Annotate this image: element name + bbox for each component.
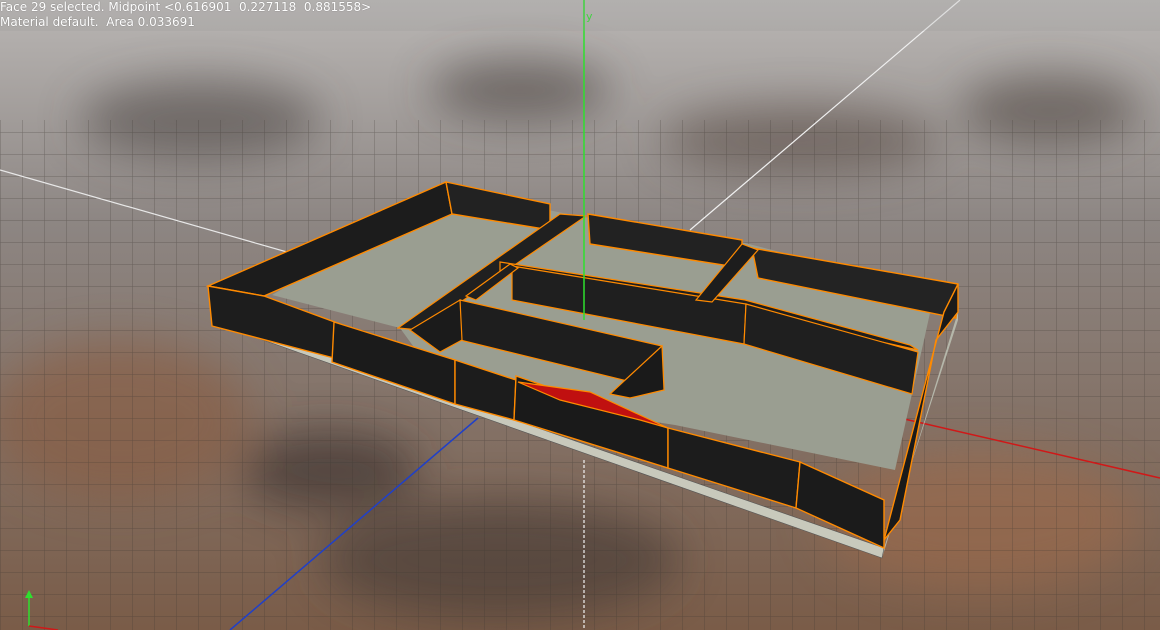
scene-canvas[interactable]: y xyxy=(0,0,1160,630)
status-overlay: Face 29 selected. Midpoint <0.616901 0.2… xyxy=(0,0,1160,31)
3d-viewport[interactable]: y Face 29 selected. Midpoint <0.616901 0… xyxy=(0,0,1160,630)
selection-info-text: Face 29 selected. Midpoint <0.616901 0.2… xyxy=(0,0,372,14)
material-info-text: Material default. Area 0.033691 xyxy=(0,15,195,29)
